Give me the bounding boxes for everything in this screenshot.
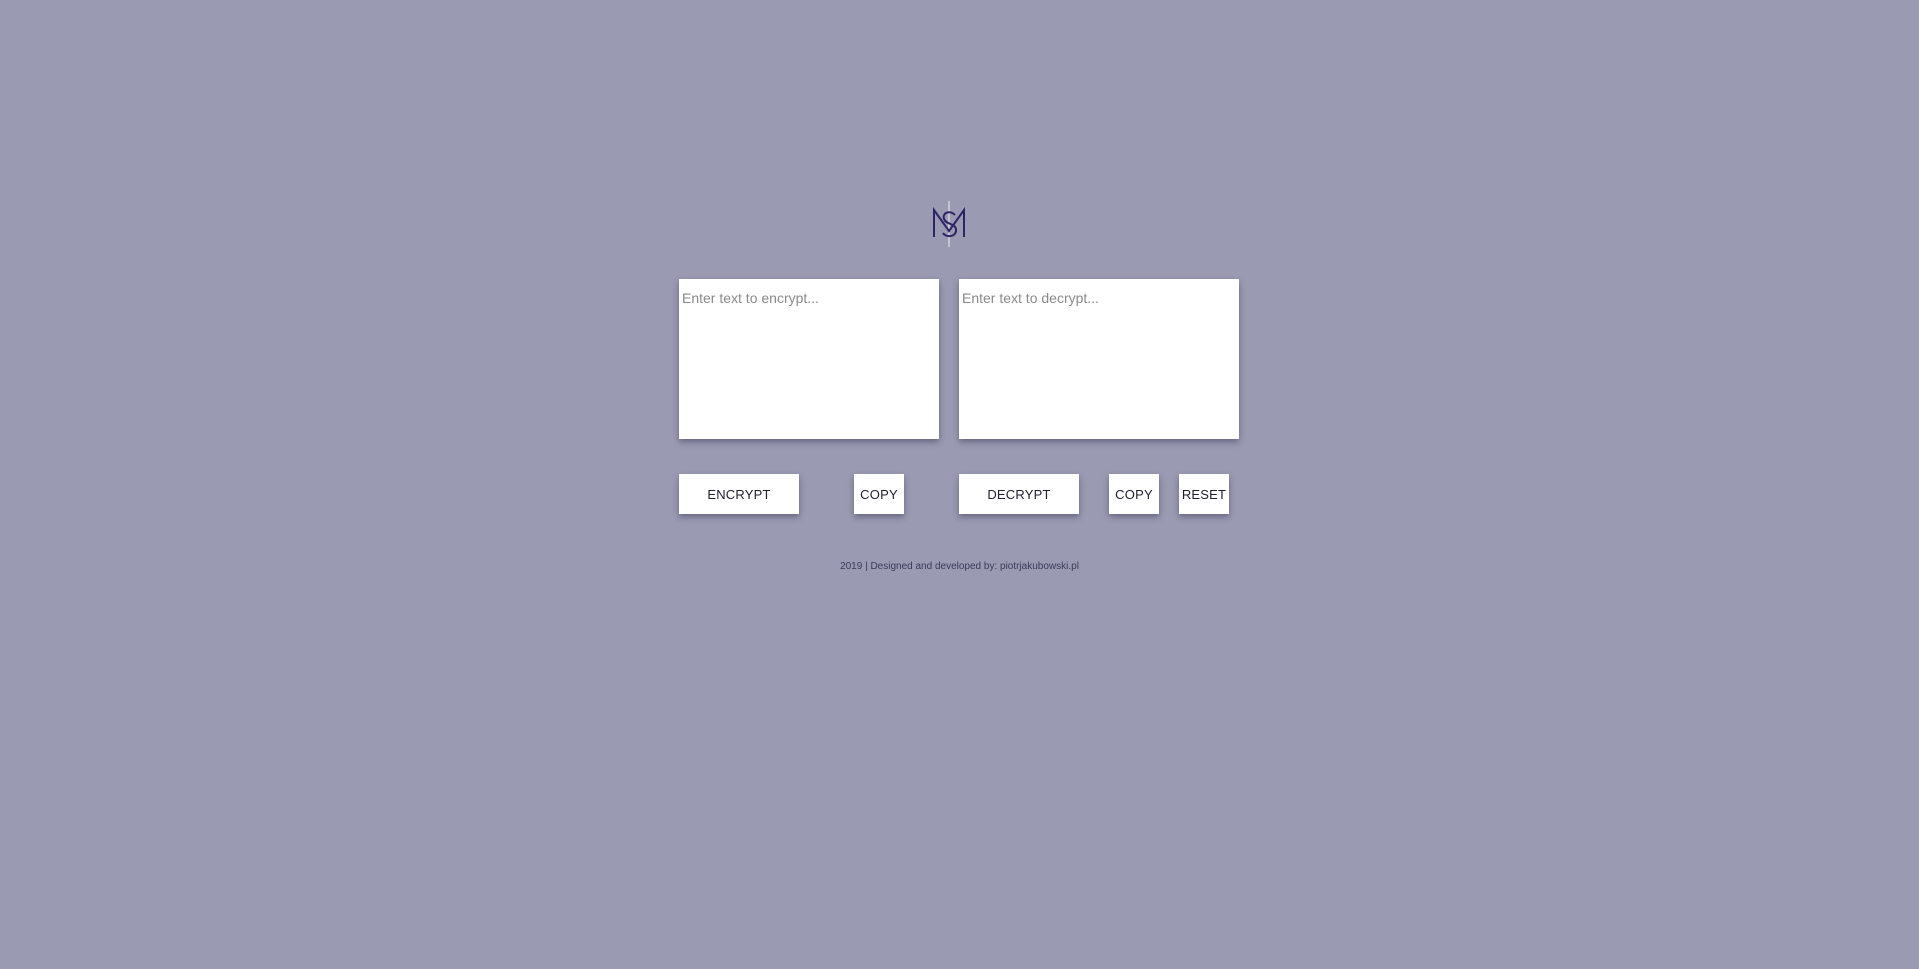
decrypt-button[interactable]: DECRYPT — [959, 474, 1079, 514]
decrypt-input[interactable] — [959, 279, 1239, 439]
footer-credit: 2019 | Designed and developed by: piotrj… — [840, 561, 1079, 572]
copy-encrypted-button[interactable]: COPY — [854, 474, 904, 514]
ms-monogram-icon — [933, 201, 965, 247]
reset-button[interactable]: RESET — [1179, 474, 1229, 514]
logo — [932, 201, 966, 249]
encrypt-button[interactable]: ENCRYPT — [679, 474, 799, 514]
encrypt-input[interactable] — [679, 279, 939, 439]
copy-decrypted-button[interactable]: COPY — [1109, 474, 1159, 514]
